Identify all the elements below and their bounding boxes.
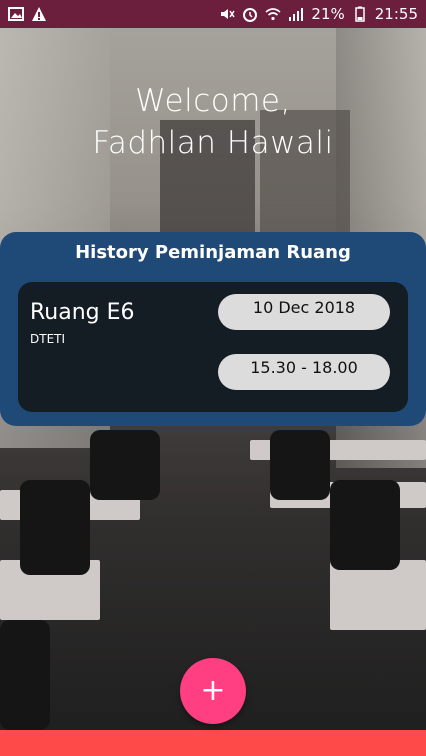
status-left-icons xyxy=(8,6,47,22)
room-department: DTETI xyxy=(30,332,66,346)
background-chair-5 xyxy=(90,430,160,500)
time-pill: 15.30 - 18.00 xyxy=(218,354,390,390)
room-name: Ruang E6 xyxy=(30,300,135,325)
welcome-user-name: Fadhlan Hawali xyxy=(92,125,334,161)
mute-icon xyxy=(221,9,236,19)
background-table-4 xyxy=(330,560,426,630)
welcome-line: Welcome, xyxy=(135,83,291,119)
background-chair-1 xyxy=(20,480,90,575)
history-title: History Peminjaman Ruang xyxy=(75,242,351,263)
battery-percent: 21% xyxy=(311,5,345,23)
status-bar: 21% 21:55 xyxy=(0,0,426,28)
welcome-heading: Welcome, Fadhlan Hawali xyxy=(0,80,426,164)
add-button[interactable]: + xyxy=(180,658,246,724)
alarm-icon xyxy=(243,8,258,22)
plus-icon: + xyxy=(200,673,226,708)
date-pill: 10 Dec 2018 xyxy=(218,294,390,330)
background-chair-2 xyxy=(0,620,50,730)
warning-icon xyxy=(32,7,46,21)
image-icon xyxy=(8,7,24,21)
battery-icon xyxy=(355,6,365,22)
history-panel: History Peminjaman Ruang Ruang E6 DTETI … xyxy=(0,232,426,426)
bottom-bar xyxy=(0,730,426,756)
signal-icon xyxy=(289,8,304,21)
background-chair-4 xyxy=(270,430,330,500)
status-right-icons: 21% 21:55 xyxy=(219,5,418,23)
history-card[interactable]: Ruang E6 DTETI 10 Dec 2018 15.30 - 18.00 xyxy=(18,282,408,412)
background-chair-3 xyxy=(330,480,400,570)
wifi-icon xyxy=(265,8,281,21)
status-time: 21:55 xyxy=(374,5,418,23)
